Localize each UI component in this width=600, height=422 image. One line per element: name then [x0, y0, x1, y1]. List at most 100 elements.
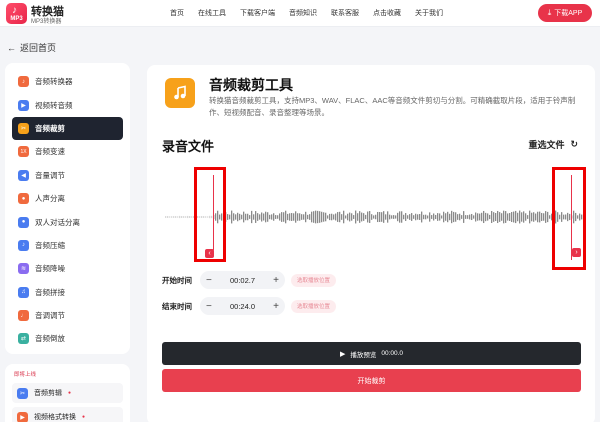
- nav-bookmark[interactable]: 点击收藏: [373, 8, 401, 18]
- sidebar-item-noise-reduction[interactable]: ≋ 音频降噪: [12, 257, 123, 280]
- sidebar-item-dialogue-separation[interactable]: ● 双人对话分离: [12, 210, 123, 233]
- sidebar-item-label: 视频转音频: [35, 100, 73, 110]
- reverse-icon: ⇄: [18, 333, 29, 345]
- nav-download-client[interactable]: 下载客户端: [240, 8, 275, 18]
- reselect-label: 重选文件: [528, 140, 565, 150]
- arrow-left-icon: ←: [7, 42, 16, 53]
- sidebar-item-pitch[interactable]: ♩ 音调调节: [12, 304, 123, 327]
- pick-start-position-button[interactable]: 选取播放位置: [291, 273, 337, 287]
- minus-icon[interactable]: −: [206, 275, 212, 286]
- start-time-label: 开始时间: [162, 275, 192, 285]
- preview-label: 播放预览: [350, 351, 377, 359]
- brand-subtitle: MP3转换器: [31, 19, 62, 25]
- sidebar-item-audio-merge[interactable]: ♫ 音频拼接: [12, 281, 123, 304]
- preview-time: 00:00.0: [381, 350, 404, 357]
- sidebar-item-label: 音量调节: [35, 170, 65, 180]
- app-logo[interactable]: ♪ MP3: [6, 3, 27, 24]
- sidebar-item-label: 音频变速: [35, 147, 65, 157]
- end-time-label: 结束时间: [162, 301, 192, 311]
- plus-icon[interactable]: +: [273, 301, 279, 312]
- plus-icon[interactable]: +: [273, 275, 279, 286]
- main-panel: 音频裁剪工具 转换猫音频裁剪工具，支持MP3、WAV、FLAC、AAC等音频文件…: [147, 65, 595, 422]
- end-handle[interactable]: ›: [572, 248, 581, 257]
- end-marker-line: [571, 175, 572, 260]
- minus-icon[interactable]: −: [206, 301, 212, 312]
- start-time-stepper: − 00:02.7 +: [200, 271, 285, 289]
- start-selection-highlight: [194, 167, 226, 262]
- sidebar-item-label: 音频裁剪: [35, 123, 65, 133]
- pitch-icon: ♩: [18, 310, 29, 322]
- start-handle[interactable]: ‹: [205, 249, 214, 258]
- edit-icon: ✂: [17, 387, 28, 399]
- nav-audio-knowledge[interactable]: 音频知识: [289, 8, 317, 18]
- nav-home[interactable]: 首页: [170, 8, 184, 18]
- play-icon: ▶: [339, 350, 346, 358]
- play-preview-button[interactable]: ▶ 播放预览 00:00.0: [162, 342, 581, 365]
- page-title: 音频裁剪工具: [209, 77, 293, 93]
- pick-end-position-button[interactable]: 选取播放位置: [291, 299, 337, 313]
- sidebar-item-label: 音频转换器: [35, 77, 73, 87]
- start-time-value[interactable]: 00:02.7: [230, 276, 255, 285]
- video-format-icon: ▶: [17, 411, 28, 422]
- sidebar-item-reverse[interactable]: ⇄ 音频倒放: [12, 327, 123, 350]
- speed-icon: 1X: [18, 146, 29, 158]
- waveform-editor[interactable]: ‹ ›: [165, 164, 586, 274]
- sidebar-item-volume[interactable]: ◀ 音量调节: [12, 164, 123, 187]
- sidebar-item-video-format[interactable]: ▶ 视频格式转换 ●: [12, 407, 123, 422]
- person-icon: ●: [18, 193, 29, 205]
- cut-icon: ✂: [18, 122, 29, 134]
- sidebar-item-audio-converter[interactable]: ♪ 音频转换器: [12, 70, 123, 93]
- top-bar: ♪ MP3 转换猫 MP3转换器 首页 在线工具 下载客户端 音频知识 联系客服…: [0, 0, 600, 27]
- noise-icon: ≋: [18, 263, 29, 275]
- sidebar-item-vocal-separation[interactable]: ● 人声分离: [12, 187, 123, 210]
- refresh-icon: ↻: [570, 139, 578, 149]
- sidebar-item-label: 音频拼接: [35, 287, 65, 297]
- sidebar-item-label: 人声分离: [35, 194, 65, 204]
- sidebar-item-label: 音频剪辑: [34, 390, 62, 397]
- hot-badge: ●: [82, 414, 86, 420]
- sidebar-item-label: 音调调节: [35, 311, 65, 321]
- volume-icon: ◀: [18, 169, 29, 181]
- nav-online-tools[interactable]: 在线工具: [198, 8, 226, 18]
- section-title: 录音文件: [162, 139, 215, 154]
- sidebar-item-audio-cut[interactable]: ✂ 音频裁剪: [12, 116, 123, 141]
- music-note-icon: ♪: [12, 5, 17, 16]
- sidebar-item-label: 视频格式转换: [34, 414, 76, 421]
- waveform: [165, 210, 585, 224]
- back-link[interactable]: ← 返回首页: [7, 41, 56, 54]
- download-app-label: 下载APP: [554, 10, 583, 17]
- coming-soon-panel: 即将上线 ✂ 音频剪辑 ● ▶ 视频格式转换 ●: [5, 364, 130, 422]
- nav-contact-support[interactable]: 联系客服: [331, 8, 359, 18]
- start-time-row: 开始时间 − 00:02.7 + 选取播放位置: [162, 271, 337, 289]
- end-time-stepper: − 00:24.0 +: [200, 297, 285, 315]
- main-nav: 首页 在线工具 下载客户端 音频知识 联系客服 点击收藏 关于我们: [170, 8, 457, 18]
- start-marker-line: [213, 175, 214, 250]
- coming-soon-label: 即将上线: [14, 372, 37, 378]
- hot-badge: ●: [68, 390, 72, 396]
- back-label: 返回首页: [20, 43, 57, 53]
- sidebar-item-audio-edit[interactable]: ✂ 音频剪辑 ●: [12, 383, 123, 403]
- sidebar-item-label: 音频倒放: [35, 334, 65, 344]
- sidebar-item-label: 音频压缩: [35, 240, 65, 250]
- sidebar-item-audio-compress[interactable]: ♪ 音频压缩: [12, 234, 123, 257]
- merge-icon: ♫: [18, 286, 29, 298]
- start-cut-button[interactable]: 开始裁剪: [162, 369, 581, 392]
- sidebar-item-label: 双人对话分离: [35, 217, 80, 227]
- video-icon: ▶: [18, 99, 29, 111]
- sidebar-item-label: 音频降噪: [35, 264, 65, 274]
- reselect-file-button[interactable]: 重选文件 ↻: [528, 138, 578, 151]
- audio-cut-tool-icon: [165, 78, 195, 108]
- tool-description: 转换猫音频裁剪工具，支持MP3、WAV、FLAC、AAC等音频文件剪切与分割。可…: [209, 96, 576, 117]
- two-people-icon: ●: [18, 216, 29, 228]
- nav-about[interactable]: 关于我们: [415, 8, 443, 18]
- compress-icon: ♪: [18, 239, 29, 251]
- logo-text: MP3: [10, 16, 23, 22]
- download-icon: ⤓: [547, 8, 552, 17]
- sidebar-item-video-to-audio[interactable]: ▶ 视频转音频: [12, 93, 123, 116]
- download-app-button[interactable]: ⤓ 下载APP: [538, 4, 592, 22]
- music-note-icon: [174, 85, 186, 100]
- sidebar-item-audio-speed[interactable]: 1X 音频变速: [12, 140, 123, 163]
- end-time-row: 结束时间 − 00:24.0 + 选取播放位置: [162, 297, 337, 315]
- tool-sidebar: ♪ 音频转换器 ▶ 视频转音频 ✂ 音频裁剪 1X 音频变速 ◀ 音量调节 ● …: [5, 63, 130, 354]
- end-time-value[interactable]: 00:24.0: [230, 302, 255, 311]
